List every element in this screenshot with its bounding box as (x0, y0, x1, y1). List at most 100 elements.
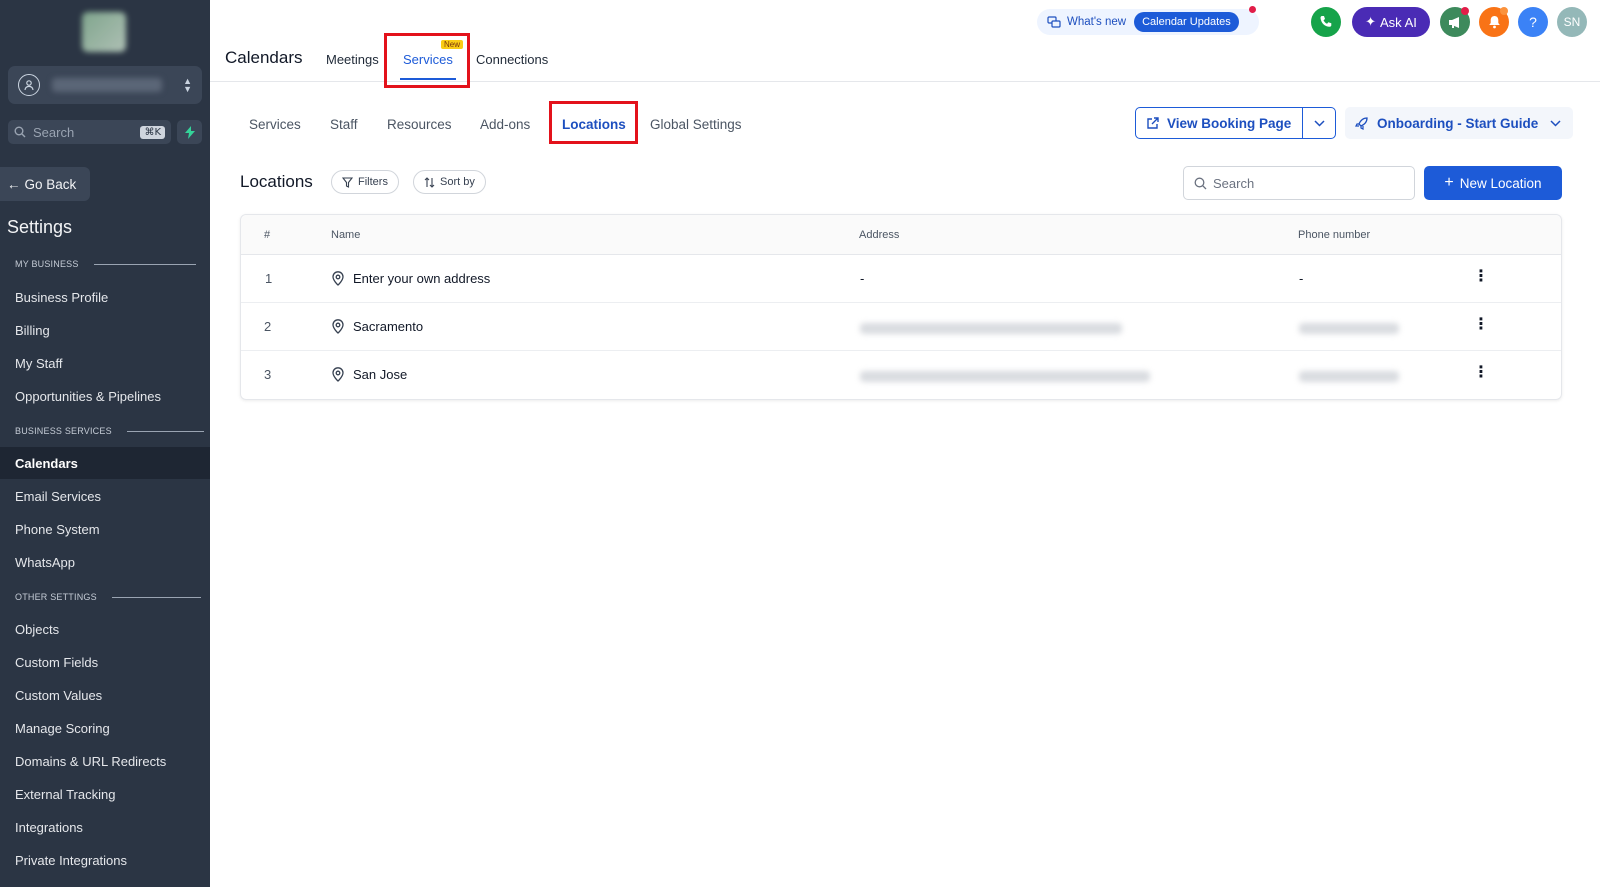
sidebar-item-email-services[interactable]: Email Services (0, 480, 210, 512)
section-other-settings: OTHER SETTINGS (15, 592, 201, 602)
sidebar-item-integrations[interactable]: Integrations (0, 811, 210, 843)
column-header-number: # (264, 229, 271, 241)
ask-ai-button[interactable]: ✦ Ask AI (1352, 7, 1430, 37)
quick-action-button[interactable] (177, 120, 202, 144)
filters-button[interactable]: Filters (331, 170, 399, 194)
divider (126, 430, 204, 432)
bolt-icon (184, 125, 195, 139)
location-address: - (860, 271, 865, 286)
subtab-staff[interactable]: Staff (330, 117, 358, 132)
notification-dot (1249, 6, 1256, 13)
bell-icon (1488, 16, 1500, 29)
row-number: 1 (265, 271, 273, 286)
calendar-updates-button[interactable]: Calendar Updates (1134, 12, 1239, 32)
new-location-button[interactable]: + New Location (1424, 166, 1562, 200)
column-header-name: Name (331, 229, 361, 241)
section-label: OTHER SETTINGS (15, 592, 97, 602)
account-name-blurred (52, 78, 162, 92)
locations-search-input[interactable]: Search (1183, 166, 1415, 200)
sidebar-item-business-profile[interactable]: Business Profile (0, 281, 210, 313)
table-header: # Name Address Phone number (241, 215, 1561, 255)
sidebar-item-manage-scoring[interactable]: Manage Scoring (0, 712, 210, 744)
table-row[interactable]: 2 Sacramento ⋮ (241, 303, 1561, 351)
subtab-resources[interactable]: Resources (387, 117, 452, 132)
megaphone-icon (1448, 16, 1459, 28)
external-link-icon (1147, 116, 1159, 129)
subtab-add-ons[interactable]: Add-ons (480, 117, 530, 132)
location-phone: - (1299, 271, 1304, 286)
sidebar-item-my-staff[interactable]: My Staff (0, 347, 210, 379)
sidebar-item-custom-fields[interactable]: Custom Fields (0, 646, 210, 678)
sort-icon (424, 176, 435, 188)
filters-label: Filters (358, 176, 388, 188)
subtab-global-settings[interactable]: Global Settings (650, 117, 742, 132)
view-booking-dropdown[interactable] (1302, 107, 1336, 139)
sidebar-item-custom-values[interactable]: Custom Values (0, 679, 210, 711)
help-button[interactable]: ? (1518, 7, 1548, 37)
rocket-icon (1355, 117, 1368, 130)
company-logo (82, 12, 126, 52)
new-location-label: New Location (1459, 175, 1542, 191)
sidebar-item-private-integrations[interactable]: Private Integrations (0, 844, 210, 876)
sparkle-icon: ✦ (1365, 14, 1377, 29)
column-header-address: Address (859, 229, 900, 241)
sidebar-item-billing[interactable]: Billing (0, 314, 210, 346)
user-avatar[interactable]: SN (1557, 7, 1587, 37)
sidebar-item-objects[interactable]: Objects (0, 613, 210, 645)
phone-blurred (1299, 371, 1399, 382)
row-number: 2 (264, 319, 272, 334)
go-back-label: Go Back (24, 176, 77, 192)
sidebar-search: Search ⌘K (8, 120, 202, 144)
search-icon (1194, 177, 1207, 189)
location-name-text: Enter your own address (353, 271, 491, 286)
sort-by-button[interactable]: Sort by (413, 170, 486, 194)
user-icon (18, 74, 40, 96)
sidebar-item-whatsapp[interactable]: WhatsApp (0, 546, 210, 578)
view-booking-label: View Booking Page (1167, 115, 1292, 131)
sidebar-item-opportunities-pipelines[interactable]: Opportunities & Pipelines (0, 380, 210, 412)
more-options-icon[interactable]: ⋮ (1473, 269, 1489, 285)
sidebar-item-phone-system[interactable]: Phone System (0, 513, 210, 545)
whats-new-label: What's new (1067, 16, 1127, 28)
notification-badge-dot (1500, 7, 1508, 15)
view-booking-page-button[interactable]: View Booking Page (1135, 107, 1303, 139)
section-label: BUSINESS SERVICES (15, 426, 112, 436)
search-shortcut: ⌘K (140, 125, 165, 139)
page-title: Calendars (225, 48, 303, 67)
more-options-icon[interactable]: ⋮ (1473, 317, 1489, 333)
map-pin-icon (332, 366, 344, 382)
sidebar-item-calendars[interactable]: Calendars (0, 447, 210, 479)
announcement-dot (1461, 7, 1469, 15)
highlight-box-services (384, 33, 470, 88)
table-row[interactable]: 1 Enter your own address - - ⋮ (241, 255, 1561, 303)
section-business-services: BUSINESS SERVICES (15, 426, 204, 436)
chevron-down-icon (1313, 119, 1325, 127)
tab-connections[interactable]: Connections (476, 52, 548, 67)
account-switcher[interactable]: ▲ ▼ (8, 66, 202, 104)
location-name: San Jose (331, 366, 407, 382)
phone-blurred (1299, 323, 1399, 334)
address-blurred (860, 323, 1122, 334)
sidebar-item-external-tracking[interactable]: External Tracking (0, 778, 210, 810)
sidebar-item-domains-url-redirects[interactable]: Domains & URL Redirects (0, 745, 210, 777)
more-options-icon[interactable]: ⋮ (1473, 365, 1489, 381)
subtab-services[interactable]: Services (249, 117, 301, 132)
search-icon (14, 126, 26, 138)
section-my-business: MY BUSINESS (15, 259, 196, 269)
row-number: 3 (264, 367, 272, 382)
sidebar-search-input[interactable]: Search ⌘K (8, 120, 171, 144)
sort-by-label: Sort by (440, 176, 475, 188)
go-back-button[interactable]: ← Go Back (0, 167, 90, 201)
table-row[interactable]: 3 San Jose ⋮ (241, 351, 1561, 399)
map-pin-icon (332, 270, 344, 286)
divider (111, 596, 201, 598)
tab-meetings[interactable]: Meetings (326, 52, 379, 67)
arrow-left-icon: ← (7, 176, 21, 192)
phone-button[interactable] (1311, 7, 1341, 37)
megaphone-chat-icon (1047, 16, 1061, 28)
divider (93, 263, 196, 265)
whats-new-banner[interactable]: What's new Calendar Updates (1037, 9, 1259, 35)
filter-icon (342, 176, 353, 188)
onboarding-guide-button[interactable]: Onboarding - Start Guide (1345, 107, 1573, 139)
address-blurred (860, 371, 1150, 382)
